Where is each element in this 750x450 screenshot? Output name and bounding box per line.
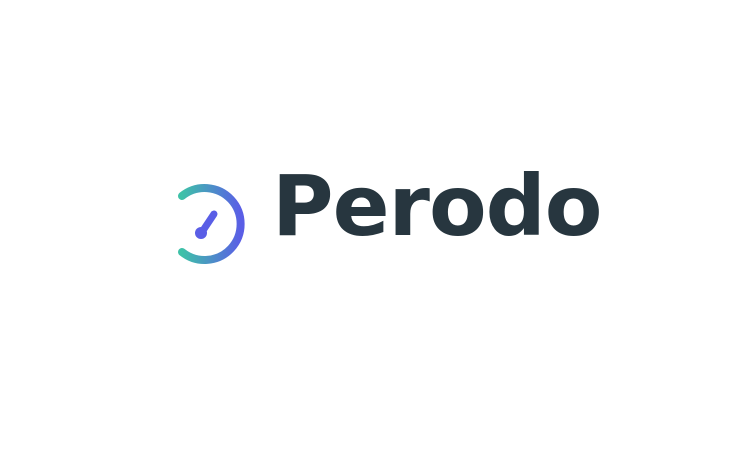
brand-logo: Perodo — [130, 164, 630, 280]
stopwatch-speed-icon — [130, 184, 245, 264]
brand-wordmark: Perodo — [272, 157, 603, 255]
dial-hub — [195, 227, 207, 239]
